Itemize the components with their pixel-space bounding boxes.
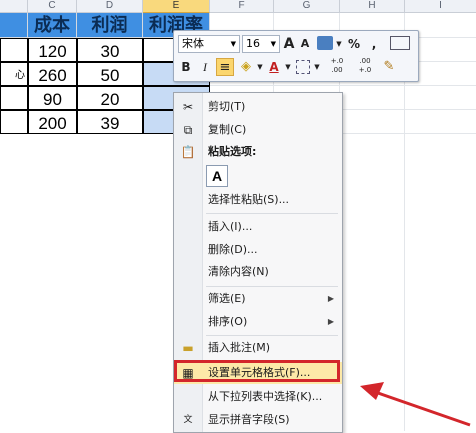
- arrow-shaft: [377, 391, 471, 427]
- arrow-head-icon: [360, 382, 384, 400]
- annotation-arrow: [360, 382, 471, 427]
